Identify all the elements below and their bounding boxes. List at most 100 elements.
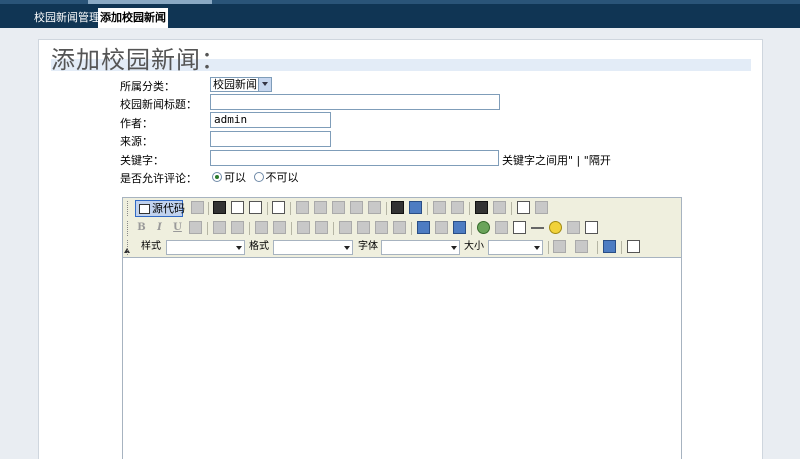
paste-word-icon[interactable] [368,201,381,214]
ordered-list-icon[interactable] [255,221,268,234]
print-icon[interactable] [391,201,404,214]
preview-doc-icon[interactable] [191,201,204,214]
comments-label: 是否允许评论： [120,172,197,185]
remove-format-icon[interactable] [535,201,548,214]
horizontal-rule-icon[interactable] [531,227,544,229]
comments-radio-group: 可以 不可以 [212,169,299,185]
tab-news-management[interactable]: 校园新闻管理 [30,8,104,28]
disallow-comments-label[interactable]: 不可以 [266,171,299,184]
undo-icon[interactable] [433,201,446,214]
bold-icon[interactable]: B [135,221,148,234]
indent-icon[interactable] [315,221,328,234]
help-icon[interactable] [627,240,640,253]
toolbar-separator [548,241,549,254]
source-code-button[interactable]: 源代码 [135,200,185,217]
image-icon[interactable] [477,221,490,234]
keywords-input[interactable] [210,150,499,166]
align-right-icon[interactable] [375,221,388,234]
toolbar-separator [208,202,209,215]
outdent-icon[interactable] [297,221,310,234]
size-label: 大小 [464,241,484,252]
toolbar-grip [127,221,129,236]
page-break-icon[interactable] [585,221,598,234]
source-input[interactable] [210,131,331,147]
allow-comments-label[interactable]: 可以 [224,171,246,184]
select-all-icon[interactable] [517,201,530,214]
tab-add-news[interactable]: 添加校园新闻 [98,8,168,28]
find-icon[interactable] [475,201,488,214]
toolbar-separator [207,222,208,235]
smiley-icon[interactable] [549,221,562,234]
toolbar-separator [267,202,268,215]
chevron-down-icon[interactable] [533,241,542,254]
toolbar-separator [333,222,334,235]
underline-icon[interactable]: U [171,221,184,234]
table-icon[interactable] [513,221,526,234]
allow-comments-radio[interactable] [212,172,222,182]
background-color-icon[interactable] [575,240,588,253]
toolbar-grip [127,240,129,255]
flash-icon[interactable] [495,221,508,234]
title-input[interactable] [210,94,500,110]
font-combo[interactable] [381,240,460,255]
font-label: 字体 [358,241,378,252]
format-combo[interactable] [273,240,353,255]
author-input[interactable]: admin [210,112,331,128]
toolbar-separator [469,202,470,215]
title-label: 校园新闻标题： [120,98,197,111]
toolbar-grip [127,201,129,216]
align-center-icon[interactable] [357,221,370,234]
chevron-down-icon[interactable] [343,241,352,254]
superscript-icon[interactable] [231,221,244,234]
toolbar-separator [249,222,250,235]
format-label: 格式 [249,241,269,252]
maximize-icon[interactable] [603,240,616,253]
anchor-icon[interactable] [453,221,466,234]
toolbar-separator [621,241,622,254]
toolbar-separator [597,241,598,254]
chevron-down-icon[interactable] [235,241,244,254]
editor-content-area[interactable] [123,259,681,459]
save-icon[interactable] [213,201,226,214]
align-justify-icon[interactable] [393,221,406,234]
redo-icon[interactable] [451,201,464,214]
paste-icon[interactable] [332,201,345,214]
style-label: 样式 [141,241,161,252]
strikethrough-icon[interactable] [189,221,202,234]
editor-toolbar: 源代码 B I U 样式 格式 字体 大小 [123,198,681,258]
keywords-hint: 关键字之间用" | "隔开 [502,154,611,167]
author-label: 作者： [120,117,153,130]
disallow-comments-radio[interactable] [253,172,264,182]
chevron-down-icon[interactable] [450,241,459,254]
align-left-icon[interactable] [339,221,352,234]
toolbar-separator [290,202,291,215]
new-page-icon[interactable] [231,201,244,214]
italic-icon[interactable]: I [153,221,166,234]
text-color-icon[interactable] [553,240,566,253]
preview-icon[interactable] [249,201,262,214]
style-combo[interactable] [166,240,245,255]
unordered-list-icon[interactable] [273,221,286,234]
category-select[interactable]: 校园新闻 [210,77,272,92]
keywords-label: 关键字： [120,154,164,167]
special-char-icon[interactable] [567,221,580,234]
replace-icon[interactable] [493,201,506,214]
copy-icon[interactable] [314,201,327,214]
paste-text-icon[interactable] [350,201,363,214]
unlink-icon[interactable] [435,221,448,234]
templates-icon[interactable] [272,201,285,214]
toolbar-separator [411,222,412,235]
toolbar-separator [291,222,292,235]
cut-icon[interactable] [296,201,309,214]
subscript-icon[interactable] [213,221,226,234]
category-selected-value: 校园新闻 [213,78,257,91]
toolbar-separator [427,202,428,215]
toolbar-separator [471,222,472,235]
chevron-down-icon[interactable] [258,78,271,91]
top-highlight [88,0,212,4]
size-combo[interactable] [488,240,543,255]
form-panel: 添加校园新闻： 所属分类： 校园新闻 校园新闻标题： 作者： admin 来源：… [38,39,763,459]
spellcheck-icon[interactable] [409,201,422,214]
page-title: 添加校园新闻： [51,46,226,74]
link-icon[interactable] [417,221,430,234]
